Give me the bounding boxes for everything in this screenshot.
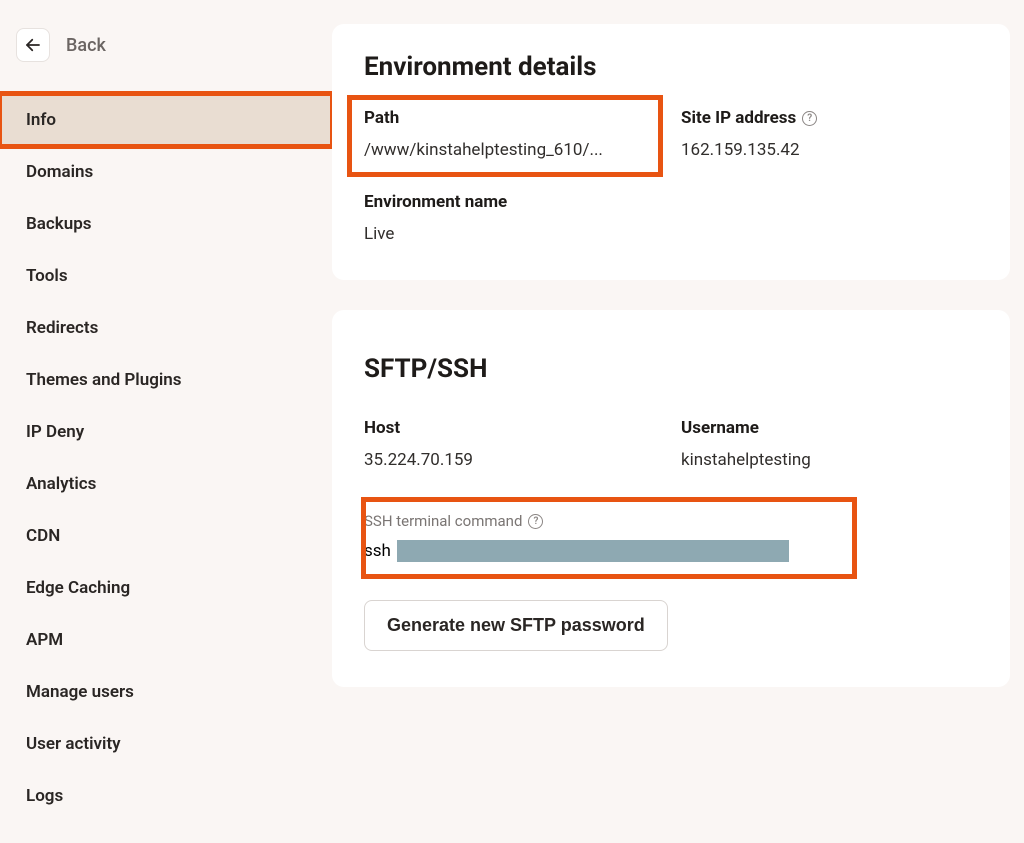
sidebar-item-edge-caching[interactable]: Edge Caching — [0, 562, 332, 614]
back-button[interactable] — [16, 28, 50, 62]
sidebar-item-apm[interactable]: APM — [0, 614, 332, 666]
sidebar-item-label: Logs — [26, 786, 63, 806]
username-label: Username — [681, 418, 978, 438]
env-name-label: Environment name — [364, 192, 661, 212]
username-value: kinstahelptesting — [681, 450, 978, 470]
sidebar-item-label: Redirects — [26, 318, 98, 338]
env-name-field: Environment name Live — [364, 192, 661, 244]
host-field: Host 35.224.70.159 — [364, 418, 661, 470]
sftp-ssh-title: SFTP/SSH — [364, 354, 978, 384]
sidebar-nav: Info Domains Backups Tools Redirects The… — [0, 94, 332, 822]
env-grid: Path /www/kinstahelptesting_610/... Site… — [364, 108, 978, 244]
sidebar-item-themes-plugins[interactable]: Themes and Plugins — [0, 354, 332, 406]
sidebar-item-analytics[interactable]: Analytics — [0, 458, 332, 510]
ssh-command-redacted — [397, 540, 789, 562]
sidebar-item-label: Analytics — [26, 474, 96, 494]
sidebar-item-redirects[interactable]: Redirects — [0, 302, 332, 354]
sftp-ssh-card: SFTP/SSH Host 35.224.70.159 Username kin… — [332, 310, 1010, 687]
sidebar-item-label: Tools — [26, 266, 68, 286]
sidebar-item-domains[interactable]: Domains — [0, 146, 332, 198]
ssh-command-prefix: ssh — [364, 541, 391, 561]
sidebar-item-label: Domains — [26, 162, 93, 182]
ssh-command-value: ssh — [364, 540, 838, 562]
sidebar-item-label: User activity — [26, 734, 121, 754]
sftp-grid: Host 35.224.70.159 Username kinstahelpte… — [364, 418, 978, 470]
environment-details-card: Environment details Path /www/kinstahelp… — [332, 24, 1010, 280]
path-label: Path — [364, 108, 646, 128]
sidebar-item-label: Backups — [26, 214, 92, 234]
help-icon[interactable]: ? — [802, 111, 817, 126]
sidebar-item-info[interactable]: Info — [0, 94, 332, 146]
back-row: Back — [0, 28, 332, 94]
sidebar-item-user-activity[interactable]: User activity — [0, 718, 332, 770]
sidebar-item-ip-deny[interactable]: IP Deny — [0, 406, 332, 458]
main-content: Environment details Path /www/kinstahelp… — [332, 0, 1024, 843]
help-icon[interactable]: ? — [528, 514, 543, 529]
env-name-value: Live — [364, 224, 661, 244]
sidebar-item-logs[interactable]: Logs — [0, 770, 332, 822]
sidebar-item-label: Info — [26, 110, 56, 130]
path-field: Path /www/kinstahelptesting_610/... — [364, 108, 661, 160]
back-label: Back — [66, 35, 106, 56]
site-ip-value: 162.159.135.42 — [681, 140, 978, 160]
sidebar-item-label: Manage users — [26, 682, 134, 702]
host-label: Host — [364, 418, 661, 438]
sidebar-item-label: Edge Caching — [26, 578, 130, 598]
sidebar-item-label: CDN — [26, 526, 60, 546]
host-value: 35.224.70.159 — [364, 450, 661, 470]
username-field: Username kinstahelptesting — [681, 418, 978, 470]
ssh-command-label: SSH terminal command ? — [364, 512, 838, 530]
path-value: /www/kinstahelptesting_610/... — [364, 140, 646, 160]
arrow-left-icon — [24, 36, 42, 54]
environment-details-title: Environment details — [364, 52, 978, 82]
sidebar-item-label: IP Deny — [26, 422, 84, 442]
sidebar-item-label: Themes and Plugins — [26, 370, 182, 390]
path-highlight: Path /www/kinstahelptesting_610/... — [350, 98, 660, 174]
sidebar-item-label: APM — [26, 630, 63, 650]
sidebar-item-manage-users[interactable]: Manage users — [0, 666, 332, 718]
site-ip-field: Site IP address ? 162.159.135.42 — [681, 108, 978, 160]
site-ip-label: Site IP address ? — [681, 108, 978, 128]
sidebar-item-backups[interactable]: Backups — [0, 198, 332, 250]
sidebar-item-tools[interactable]: Tools — [0, 250, 332, 302]
ssh-command-label-text: SSH terminal command — [364, 512, 522, 530]
ssh-command-highlight: SSH terminal command ? ssh — [364, 500, 854, 576]
sidebar-item-cdn[interactable]: CDN — [0, 510, 332, 562]
site-ip-label-text: Site IP address — [681, 108, 796, 128]
sidebar: Back Info Domains Backups Tools Redirect… — [0, 0, 332, 843]
ssh-command-block: SSH terminal command ? ssh — [364, 500, 978, 576]
generate-sftp-password-button[interactable]: Generate new SFTP password — [364, 600, 668, 651]
